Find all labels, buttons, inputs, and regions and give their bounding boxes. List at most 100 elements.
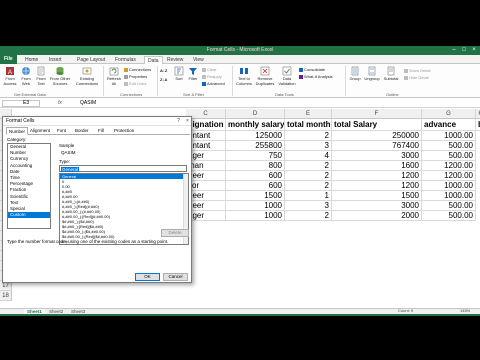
from-text-button[interactable]: From Text xyxy=(34,66,48,86)
sort-z-a-button[interactable]: Z↓A xyxy=(160,77,167,82)
reapply-button[interactable]: Reapply xyxy=(202,74,222,79)
tab-home[interactable]: Home xyxy=(22,56,41,64)
tab-number[interactable]: Number xyxy=(6,127,29,135)
dialog-help-button[interactable]: ? xyxy=(175,118,182,125)
table-cell[interactable]: 1200.00 xyxy=(422,161,476,171)
table-cell[interactable]: 3 xyxy=(285,141,332,151)
table-cell[interactable]: 1200.00 xyxy=(422,171,476,181)
clear-filter-button[interactable]: Clear xyxy=(202,67,217,72)
group-button[interactable]: Group xyxy=(348,66,362,82)
tab-review[interactable]: Review xyxy=(164,56,186,64)
tab-data[interactable]: Data xyxy=(144,56,163,64)
table-cell[interactable]: ager xyxy=(186,151,226,161)
tab-page-layout[interactable]: Page Layout xyxy=(74,56,108,64)
text-to-columns-button[interactable]: Text to Columns xyxy=(235,66,253,86)
maximize-button[interactable]: □ xyxy=(460,47,468,54)
column-header-e[interactable]: E xyxy=(285,109,332,119)
table-cell[interactable]: 750 xyxy=(226,151,285,161)
table-cell[interactable]: 1000.00 xyxy=(422,191,476,201)
table-cell[interactable]: man xyxy=(186,161,226,171)
table-cell[interactable]: ager xyxy=(186,211,226,221)
remove-duplicates-button[interactable]: Remove Duplicates xyxy=(255,66,275,86)
table-cell[interactable]: 1500 xyxy=(332,191,422,201)
subtotal-button[interactable]: Subtotal xyxy=(382,66,400,82)
tab-view[interactable]: View xyxy=(190,56,207,64)
table-cell[interactable]: 1200 xyxy=(332,181,422,191)
table-cell[interactable]: 1600 xyxy=(332,161,422,171)
header-cell-next[interactable]: b xyxy=(476,119,480,131)
table-cell[interactable]: neer xyxy=(186,201,226,211)
tab-file[interactable]: File xyxy=(0,55,17,64)
properties-button[interactable]: Properties xyxy=(124,74,147,79)
table-cell[interactable]: 3000 xyxy=(332,151,422,161)
table-cell[interactable]: 500.00 xyxy=(422,211,476,221)
filter-button[interactable]: Filter xyxy=(187,66,199,82)
table-cell[interactable]: 500.00 xyxy=(422,201,476,211)
header-cell-monthly-salary[interactable]: monthly salary xyxy=(226,119,285,131)
dialog-close-button[interactable]: × xyxy=(184,118,191,125)
table-cell[interactable]: 600 xyxy=(226,181,285,191)
from-web-button[interactable]: From Web xyxy=(19,66,33,86)
ok-button[interactable]: OK xyxy=(135,273,160,281)
table-cell[interactable]: neer xyxy=(186,191,226,201)
table-cell[interactable]: 3 xyxy=(285,201,332,211)
header-cell-advance[interactable]: advance xyxy=(422,119,476,131)
table-cell[interactable]: 3000 xyxy=(332,201,422,211)
column-header-g[interactable]: G xyxy=(422,109,476,119)
tab-formulas[interactable]: Formulas xyxy=(112,56,139,64)
close-window-button[interactable]: × xyxy=(470,47,478,54)
name-box[interactable]: E3 xyxy=(2,100,40,107)
cancel-button[interactable]: Cancel xyxy=(163,273,188,281)
hide-detail-button[interactable]: Hide Detail xyxy=(404,75,429,80)
header-cell-total-months[interactable]: total months xyxy=(285,119,332,131)
tab-border[interactable]: Border xyxy=(73,127,91,135)
table-cell[interactable]: itor xyxy=(186,181,226,191)
table-cell[interactable]: 1200 xyxy=(332,171,422,181)
minimize-button[interactable]: – xyxy=(450,47,458,54)
table-cell[interactable]: untant xyxy=(186,131,226,141)
tab-alignment[interactable]: Alignment xyxy=(28,127,52,135)
table-cell[interactable]: 1000 xyxy=(226,201,285,211)
table-cell[interactable]: 2 xyxy=(285,131,332,141)
column-header-d[interactable]: D xyxy=(226,109,285,119)
table-cell[interactable]: 4 xyxy=(285,151,332,161)
table-cell[interactable]: 800 xyxy=(226,161,285,171)
table-cell[interactable]: 255800 xyxy=(226,141,285,151)
ungroup-button[interactable]: Ungroup xyxy=(364,66,380,82)
formula-input[interactable]: QASIM xyxy=(80,100,96,106)
table-cell[interactable]: 1500 xyxy=(226,191,285,201)
table-cell[interactable]: 2 xyxy=(285,211,332,221)
data-validation-button[interactable]: Data Validation xyxy=(277,66,297,86)
from-other-sources-button[interactable]: From Other Sources xyxy=(49,66,71,86)
delete-format-button[interactable]: Delete xyxy=(161,229,189,237)
refresh-all-button[interactable]: Refresh All xyxy=(106,66,122,86)
column-header-c[interactable]: C xyxy=(186,109,226,119)
advanced-filter-button[interactable]: Advanced xyxy=(202,81,225,86)
tab-insert[interactable]: Insert xyxy=(46,56,65,64)
sort-button[interactable]: Sort xyxy=(173,66,185,82)
table-cell[interactable]: 500.00 xyxy=(422,151,476,161)
table-cell[interactable]: 600 xyxy=(226,171,285,181)
tab-protection[interactable]: Protection xyxy=(112,127,136,135)
table-cell[interactable]: 1000.00 xyxy=(422,181,476,191)
category-list[interactable]: General Number Currency Accounting Date … xyxy=(7,143,51,229)
table-cell[interactable]: 2 xyxy=(285,161,332,171)
table-cell[interactable]: 250000 xyxy=(332,131,422,141)
table-cell[interactable]: 1 xyxy=(285,191,332,201)
table-cell[interactable]: 2000 xyxy=(332,211,422,221)
consolidate-button[interactable]: Consolidate xyxy=(299,67,325,72)
tab-font[interactable]: Font xyxy=(55,127,68,135)
column-header-h[interactable]: H xyxy=(476,109,480,119)
column-header-f[interactable]: F xyxy=(332,109,422,119)
table-cell[interactable]: 125000 xyxy=(226,131,285,141)
type-input[interactable]: General xyxy=(59,165,187,172)
category-item-selected[interactable]: Custom xyxy=(8,212,50,219)
existing-connections-button[interactable]: Existing Connections xyxy=(74,66,100,86)
table-cell[interactable]: 1000 xyxy=(226,211,285,221)
sort-a-z-button[interactable]: A↓Z xyxy=(160,68,167,73)
what-if-analysis-button[interactable]: What-If Analysis xyxy=(299,74,333,79)
row-header[interactable]: 18 xyxy=(0,291,12,301)
table-cell[interactable]: untant xyxy=(186,141,226,151)
header-cell-designation[interactable]: signation xyxy=(186,119,226,131)
table-cell[interactable]: 1000.00 xyxy=(422,131,476,141)
